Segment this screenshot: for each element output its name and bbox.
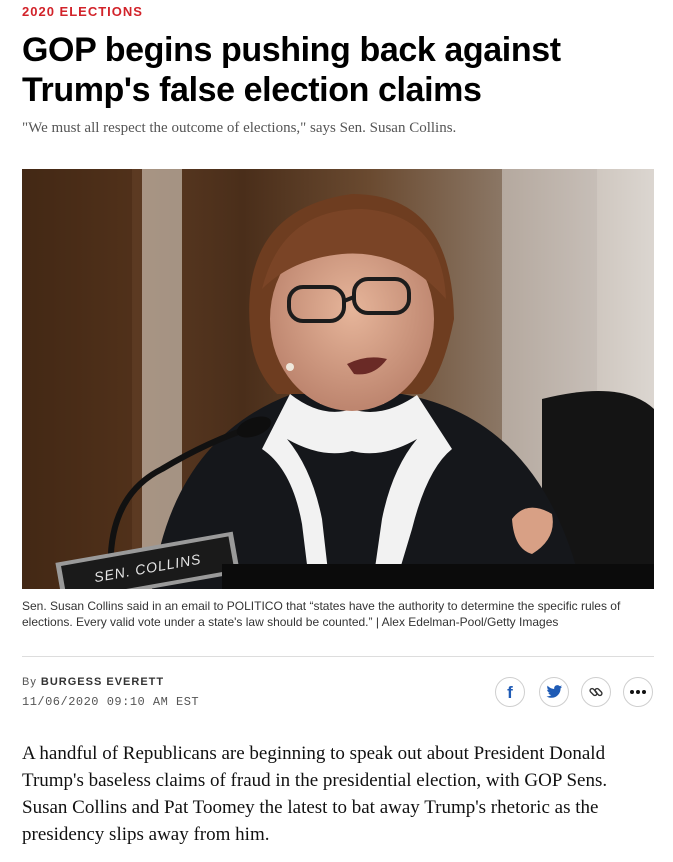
more-share-options-button[interactable] [623, 677, 653, 707]
subheadline: "We must all respect the outcome of elec… [22, 120, 457, 136]
byline-prefix: By [22, 676, 37, 688]
share-twitter-button[interactable] [539, 677, 569, 707]
photo-caption: Sen. Susan Collins said in an email to P… [22, 599, 621, 629]
link-icon [589, 687, 603, 697]
copy-link-button[interactable] [581, 677, 611, 707]
section-kicker[interactable]: 2020 ELECTIONS [22, 4, 143, 19]
timestamp: 11/06/2020 09:10 AM EST [22, 695, 200, 709]
more-icon [630, 690, 646, 694]
svg-text:f: f [507, 684, 513, 700]
lead-photo: SEN. COLLINS [22, 169, 654, 589]
twitter-icon [546, 685, 562, 698]
article-body-paragraph: A handful of Republicans are beginning t… [22, 743, 608, 845]
divider [22, 656, 654, 657]
share-facebook-button[interactable]: f [495, 677, 525, 707]
byline: By BURGESS EVERETT [22, 676, 164, 688]
author-link[interactable]: BURGESS EVERETT [41, 676, 164, 688]
headline: GOP begins pushing back against Trump's … [22, 31, 561, 109]
facebook-icon: f [507, 684, 513, 700]
